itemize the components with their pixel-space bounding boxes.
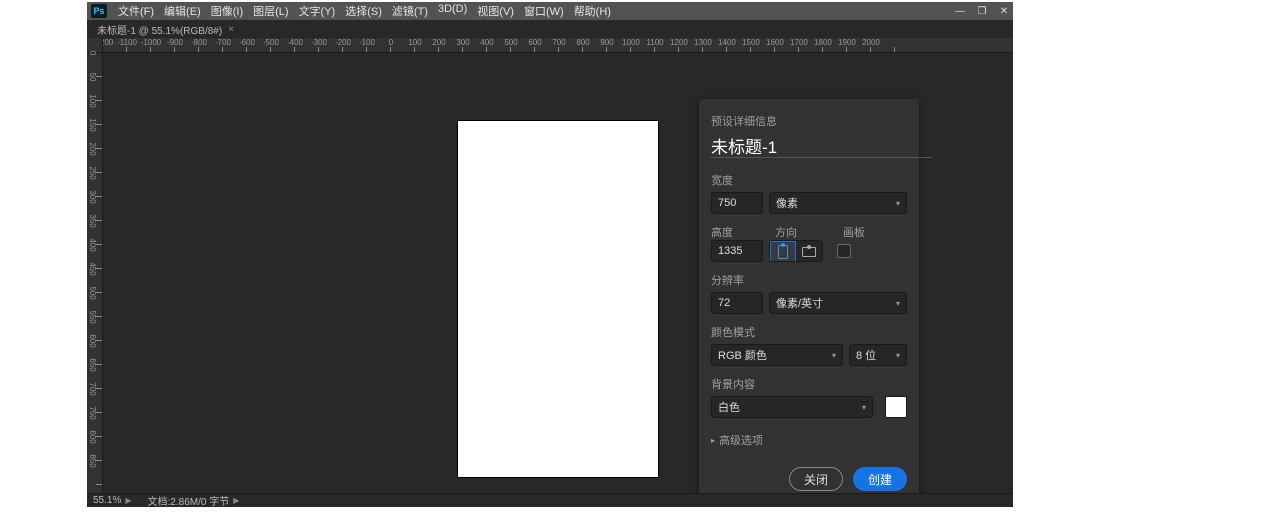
- doc-info-status[interactable]: 文档:2.86M/0 字节 ▶: [148, 493, 240, 508]
- artboard-checkbox[interactable]: [837, 244, 851, 258]
- ps-logo-icon: Ps: [91, 4, 107, 18]
- chevron-down-icon: ▾: [862, 403, 866, 412]
- chevron-down-icon: ▾: [896, 199, 900, 208]
- menu-item-9[interactable]: 窗口(W): [519, 3, 569, 19]
- resolution-unit-value: 像素/英寸: [776, 295, 823, 311]
- landscape-icon: [802, 247, 816, 257]
- chevron-down-icon: ▾: [896, 299, 900, 308]
- menu-item-10[interactable]: 帮助(H): [569, 3, 616, 19]
- menu-item-0[interactable]: 文件(F): [113, 3, 159, 19]
- create-button[interactable]: 创建: [853, 467, 907, 491]
- ruler-tick: 850: [87, 461, 102, 485]
- orientation-toggle: [769, 240, 823, 262]
- chevron-right-icon: ▸: [711, 436, 715, 445]
- background-dropdown[interactable]: 白色 ▾: [711, 396, 873, 418]
- height-input[interactable]: [711, 240, 763, 262]
- color-mode-value: RGB 颜色: [718, 347, 767, 363]
- resolution-input[interactable]: [711, 292, 763, 314]
- menu-item-4[interactable]: 文字(Y): [294, 3, 341, 19]
- width-label: 宽度: [711, 172, 907, 188]
- maximize-button[interactable]: ❐: [975, 4, 989, 18]
- document-tab[interactable]: 未标题-1 @ 55.1%(RGB/8#) ×: [91, 20, 240, 38]
- orientation-landscape-button[interactable]: [796, 241, 822, 262]
- bit-depth-value: 8 位: [856, 347, 876, 363]
- panel-header-label: 预设详细信息: [711, 113, 907, 129]
- chevron-down-icon: ▾: [832, 351, 836, 360]
- portrait-icon: [778, 245, 788, 259]
- minimize-button[interactable]: —: [953, 4, 967, 18]
- width-unit-dropdown[interactable]: 像素 ▾: [769, 192, 907, 214]
- background-value: 白色: [718, 399, 740, 415]
- color-mode-dropdown[interactable]: RGB 颜色 ▾: [711, 344, 843, 366]
- preset-details-panel: 预设详细信息 宽度 像素 ▾ 高度 方向 画板: [699, 99, 919, 493]
- width-input[interactable]: [711, 192, 763, 214]
- artboard-label: 画板: [843, 224, 865, 240]
- vertical-ruler[interactable]: 0501001502002503003504004505005506006507…: [87, 53, 103, 493]
- document-tab-title: 未标题-1 @ 55.1%(RGB/8#): [97, 22, 222, 37]
- document-tab-close-icon[interactable]: ×: [228, 24, 234, 35]
- chevron-down-icon: ▾: [896, 351, 900, 360]
- height-label: 高度: [711, 224, 769, 240]
- advanced-options-toggle[interactable]: ▸ 高级选项: [711, 432, 907, 448]
- status-bar: 55.1% ▶ 文档:2.86M/0 字节 ▶: [87, 493, 1013, 507]
- zoom-status[interactable]: 55.1% ▶: [93, 495, 132, 506]
- orientation-portrait-button[interactable]: [770, 241, 796, 262]
- background-color-swatch[interactable]: [885, 396, 907, 418]
- document-title-input[interactable]: [711, 135, 932, 158]
- menu-item-5[interactable]: 选择(S): [340, 3, 387, 19]
- orientation-label: 方向: [775, 224, 837, 240]
- background-label: 背景内容: [711, 376, 907, 392]
- menu-item-7[interactable]: 3D(D): [433, 3, 472, 19]
- menu-item-2[interactable]: 图像(I): [206, 3, 248, 19]
- close-button[interactable]: 关闭: [789, 467, 843, 491]
- chevron-right-icon: ▶: [125, 496, 131, 505]
- document-tab-bar: 未标题-1 @ 55.1%(RGB/8#) ×: [87, 20, 1013, 38]
- horizontal-ruler[interactable]: -1200-1100-1000-900-800-700-600-500-400-…: [103, 38, 1013, 53]
- doc-info-value: 文档:2.86M/0 字节: [148, 493, 230, 508]
- menubar: Ps 文件(F)编辑(E)图像(I)图层(L)文字(Y)选择(S)滤镜(T)3D…: [87, 2, 1013, 20]
- photoshop-window: Ps 文件(F)编辑(E)图像(I)图层(L)文字(Y)选择(S)滤镜(T)3D…: [87, 2, 1013, 507]
- resolution-unit-dropdown[interactable]: 像素/英寸 ▾: [769, 292, 907, 314]
- zoom-value: 55.1%: [93, 495, 121, 506]
- menu-item-1[interactable]: 编辑(E): [159, 3, 206, 19]
- advanced-options-label: 高级选项: [719, 432, 763, 448]
- ruler-tick: 2000: [871, 38, 895, 53]
- bit-depth-dropdown[interactable]: 8 位 ▾: [849, 344, 907, 366]
- ruler-tick: -100: [367, 38, 391, 53]
- window-controls: — ❐ ✕: [953, 2, 1011, 20]
- document-canvas[interactable]: [458, 121, 658, 477]
- workspace: -1200-1100-1000-900-800-700-600-500-400-…: [87, 38, 1013, 493]
- menu-item-6[interactable]: 滤镜(T): [387, 3, 433, 19]
- menu-item-8[interactable]: 视图(V): [472, 3, 519, 19]
- chevron-right-icon: ▶: [233, 496, 239, 505]
- width-unit-value: 像素: [776, 195, 798, 211]
- menu-item-3[interactable]: 图层(L): [248, 3, 293, 19]
- color-mode-label: 颜色模式: [711, 324, 907, 340]
- resolution-label: 分辨率: [711, 272, 907, 288]
- close-window-button[interactable]: ✕: [997, 4, 1011, 18]
